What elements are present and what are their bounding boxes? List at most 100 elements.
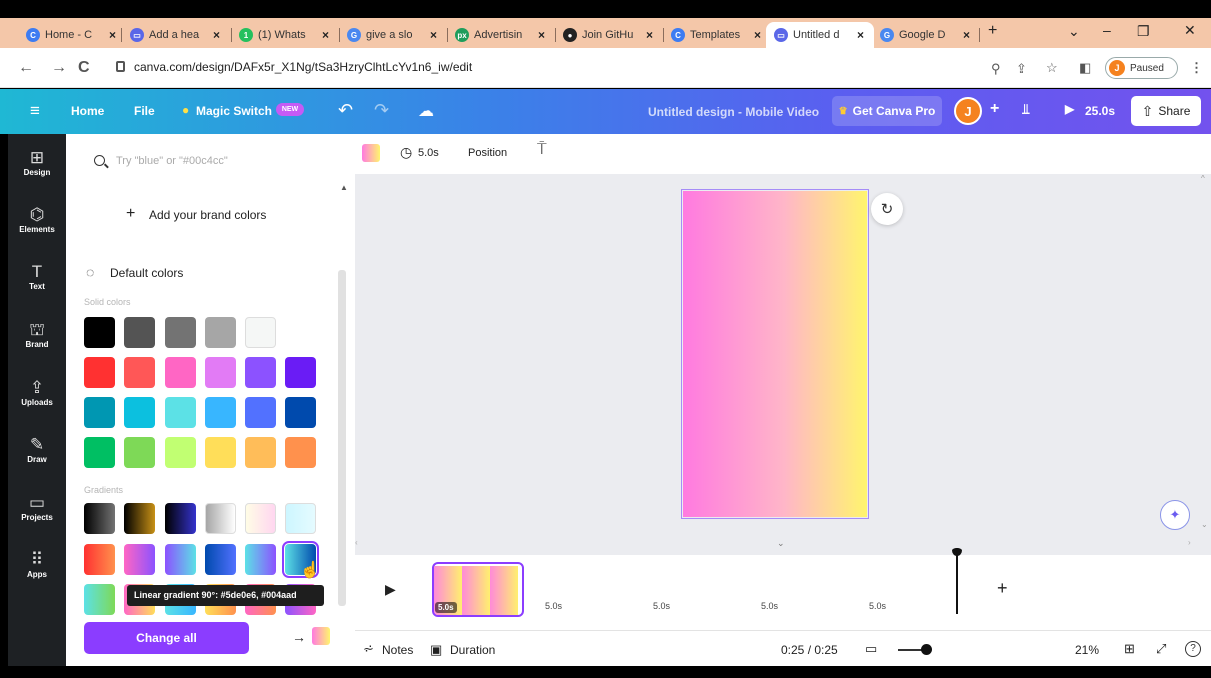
replace-color-swatch[interactable] (312, 627, 330, 645)
solid-color-swatch[interactable] (205, 397, 236, 428)
rail-item-projects[interactable]: ▭ Projects (8, 493, 66, 522)
play-duration[interactable]: 25.0s (1085, 104, 1115, 118)
background-color-button[interactable] (362, 144, 380, 162)
solid-color-swatch[interactable] (84, 437, 115, 468)
solid-color-swatch[interactable] (84, 357, 115, 388)
grid-view-icon[interactable]: ⊞ (1124, 641, 1135, 657)
timing-button[interactable]: 5.0s (418, 147, 439, 159)
solid-color-swatch[interactable] (205, 317, 236, 348)
gradient-swatch[interactable] (124, 544, 155, 575)
gradient-swatch[interactable] (165, 503, 196, 534)
bookmark-star-icon[interactable]: ☆ (1046, 60, 1058, 76)
timeline-clip[interactable]: 5.0s (432, 562, 524, 617)
close-tab-icon[interactable]: × (109, 28, 116, 42)
invite-plus-icon[interactable]: + (990, 100, 999, 118)
back-icon[interactable]: ← (18, 59, 34, 77)
share-page-icon[interactable]: ⇪ (1016, 61, 1027, 77)
design-title[interactable]: Untitled design - Mobile Video (648, 105, 819, 119)
browser-menu-icon[interactable]: ⋮ (1190, 60, 1203, 76)
redo-icon[interactable]: ↷ (374, 100, 389, 121)
rail-item-design[interactable]: ⊞ Design (8, 148, 66, 177)
close-tab-icon[interactable]: × (646, 28, 653, 42)
add-page-button[interactable]: + (997, 578, 1008, 599)
browser-tab[interactable]: ● Join GitHu × (563, 22, 659, 48)
solid-color-swatch[interactable] (165, 437, 196, 468)
solid-color-swatch[interactable] (205, 357, 236, 388)
solid-color-swatch[interactable] (285, 357, 316, 388)
forward-icon[interactable]: → (51, 59, 67, 77)
cloud-save-icon[interactable]: ☁ (418, 101, 434, 121)
solid-color-swatch[interactable] (124, 357, 155, 388)
browser-tab-active[interactable]: ▭ Untitled d × (766, 22, 874, 48)
solid-color-swatch[interactable] (124, 317, 155, 348)
zoom-level[interactable]: 21% (1075, 643, 1099, 657)
collapse-timeline-icon[interactable]: ⌄ (777, 538, 785, 549)
close-tab-icon[interactable]: × (430, 28, 437, 42)
minimize-icon[interactable]: – (1103, 22, 1111, 38)
rail-item-text[interactable]: T Text (8, 262, 66, 291)
add-brand-colors-button[interactable]: Add your brand colors (149, 208, 266, 222)
close-window-icon[interactable]: ✕ (1184, 22, 1196, 39)
change-all-button[interactable]: Change all (84, 622, 249, 654)
rail-item-elements[interactable]: ⌬ Elements (8, 205, 66, 234)
solid-color-swatch[interactable] (285, 397, 316, 428)
scroll-up-caret-icon[interactable]: ▲ (340, 183, 348, 192)
solid-color-swatch[interactable] (124, 397, 155, 428)
restore-icon[interactable]: ❐ (1137, 23, 1150, 40)
timeline-scroll-left-icon[interactable]: ‹ (355, 538, 358, 547)
playhead[interactable] (952, 548, 962, 614)
close-tab-icon[interactable]: × (322, 28, 329, 42)
rail-item-apps[interactable]: ⠿ Apps (8, 550, 66, 579)
close-tab-icon[interactable]: × (213, 28, 220, 42)
tab-search-chevron-icon[interactable]: ⌄ (1068, 23, 1080, 40)
reload-icon[interactable]: C (78, 59, 90, 77)
zoom-icon[interactable]: ⚲ (991, 61, 1001, 77)
insights-chart-icon[interactable]: ⫫ (1022, 101, 1030, 118)
new-tab-button[interactable]: + (988, 22, 997, 40)
page-view-icon[interactable]: ▭ (865, 641, 877, 657)
duration-button[interactable]: Duration (450, 643, 495, 657)
solid-color-swatch[interactable] (124, 437, 155, 468)
gradient-swatch[interactable] (84, 584, 115, 615)
timeline-play-icon[interactable]: ▶ (385, 581, 396, 598)
file-menu[interactable]: File (134, 104, 155, 118)
browser-tab[interactable]: ▭ Add a hea × (130, 22, 226, 48)
panel-scrollbar[interactable] (338, 270, 346, 606)
scroll-down-icon[interactable]: ⌄ (1201, 520, 1208, 529)
browser-tab[interactable]: C Templates × (671, 22, 761, 48)
solid-color-swatch[interactable] (165, 317, 196, 348)
fullscreen-icon[interactable]: ⤢ (1156, 641, 1166, 657)
close-tab-icon[interactable]: × (538, 28, 545, 42)
design-canvas-page[interactable] (681, 189, 869, 519)
gradient-swatch[interactable] (205, 544, 236, 575)
play-icon[interactable]: ▶ (1065, 102, 1074, 116)
regenerate-icon[interactable]: ↻ (871, 193, 903, 225)
browser-tab[interactable]: G give a slo × (347, 22, 443, 48)
gradient-swatch[interactable] (245, 544, 276, 575)
magic-switch-button[interactable]: Magic Switch (196, 104, 272, 118)
zoom-slider-knob[interactable] (921, 644, 932, 655)
close-tab-icon[interactable]: × (754, 28, 761, 42)
rail-item-draw[interactable]: ✎ Draw (8, 435, 66, 464)
profile-paused-button[interactable]: J Paused (1105, 57, 1178, 79)
browser-tab[interactable]: C Home - C × (26, 22, 116, 48)
gradient-swatch[interactable] (84, 544, 115, 575)
gradient-swatch[interactable] (205, 503, 236, 534)
share-button[interactable]: ⇧ Share (1131, 96, 1201, 126)
solid-color-swatch[interactable] (165, 397, 196, 428)
solid-color-swatch[interactable] (205, 437, 236, 468)
color-search-input[interactable]: Try "blue" or "#00c4cc" (116, 155, 228, 167)
browser-tab[interactable]: px Advertisin × (455, 22, 551, 48)
paint-roller-icon[interactable]: ⍑ (537, 141, 547, 159)
help-icon[interactable]: ? (1185, 641, 1201, 657)
close-tab-icon[interactable]: × (963, 28, 970, 42)
solid-color-swatch[interactable] (245, 317, 276, 348)
timeline-scroll-right-icon[interactable]: › (1188, 538, 1191, 547)
solid-color-swatch[interactable] (245, 397, 276, 428)
notes-button[interactable]: Notes (382, 643, 413, 657)
gradient-swatch[interactable] (285, 503, 316, 534)
magic-assistant-icon[interactable]: ✦ (1160, 500, 1190, 530)
rail-item-brand[interactable]: ⛫ Brand (8, 320, 66, 349)
solid-color-swatch[interactable] (165, 357, 196, 388)
solid-color-swatch[interactable] (84, 397, 115, 428)
